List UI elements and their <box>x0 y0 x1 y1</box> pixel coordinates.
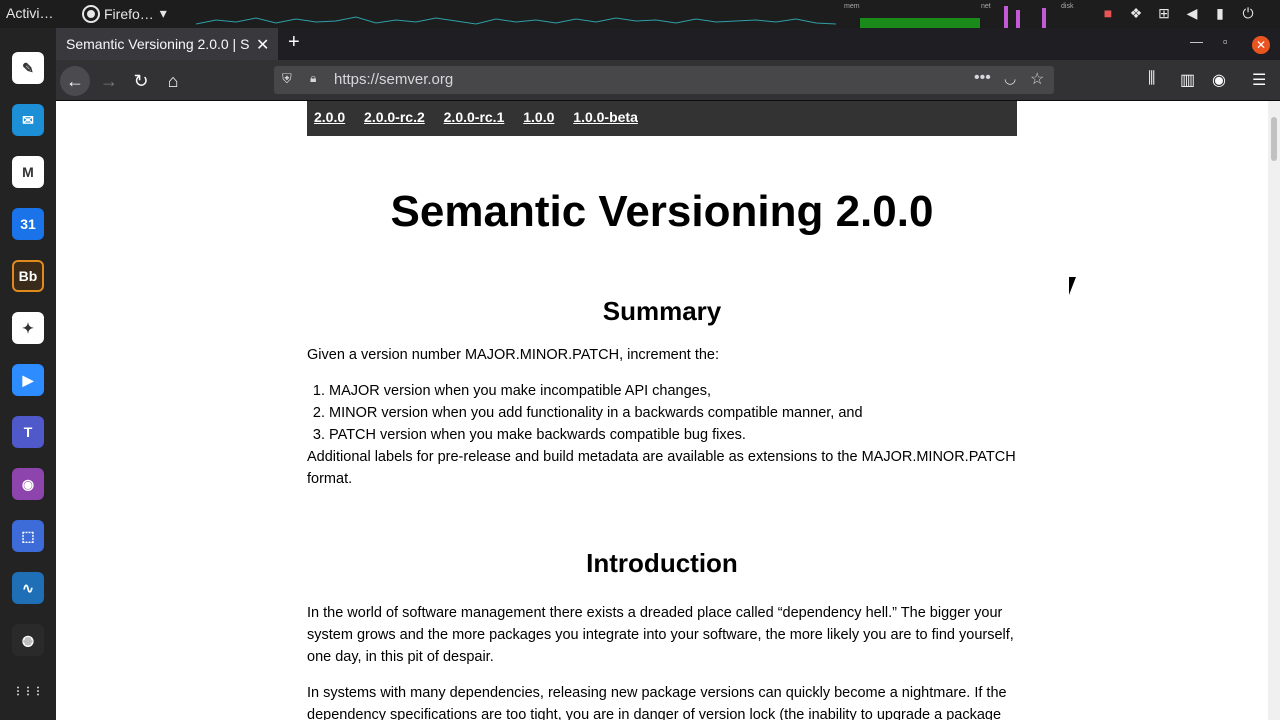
list-item: PATCH version when you make backwards co… <box>329 424 1017 446</box>
page-content: 2.0.0 2.0.0-rc.2 2.0.0-rc.1 1.0.0 1.0.0-… <box>307 101 1017 720</box>
dropbox-icon[interactable]: ❖ <box>1128 5 1144 22</box>
app-menu[interactable]: Firefo… ▾ <box>82 4 167 23</box>
tab-semver[interactable]: Semantic Versioning 2.0.0 | S ✕ <box>56 28 278 60</box>
system-monitor-icon[interactable]: ∿ <box>12 572 44 604</box>
monitor-label-disk: disk <box>1061 3 1074 10</box>
close-icon[interactable]: ✕ <box>256 35 269 55</box>
version-links: 2.0.0 2.0.0-rc.2 2.0.0-rc.1 1.0.0 1.0.0-… <box>307 101 1017 136</box>
gnome-top-bar: Activi… Firefo… ▾ mem net disk ■ ❖ ⊞ ◀ ▮… <box>0 0 1280 28</box>
list-item: MAJOR version when you make incompatible… <box>329 380 1017 402</box>
camera-icon[interactable]: ■ <box>1100 5 1116 22</box>
bird-app-icon[interactable]: ✦ <box>12 312 44 344</box>
version-link[interactable]: 2.0.0-rc.2 <box>364 109 425 125</box>
version-link[interactable]: 1.0.0-beta <box>573 109 638 125</box>
tab-title: Semantic Versioning 2.0.0 | S <box>66 36 250 52</box>
page-title: Semantic Versioning 2.0.0 <box>390 187 934 236</box>
tab-bar: Semantic Versioning 2.0.0 | S ✕ + — ▫ ✕ <box>56 28 1280 60</box>
url-text[interactable]: https://semver.org <box>334 71 453 88</box>
text-editor-icon[interactable]: ✎ <box>12 52 44 84</box>
page-viewport: 2.0.0 2.0.0-rc.2 2.0.0-rc.1 1.0.0 1.0.0-… <box>56 101 1268 720</box>
system-monitor-graph: mem net disk <box>196 0 1076 28</box>
url-bar[interactable]: ⛨ 🔒︎ https://semver.org ••• ◡ ☆ <box>274 66 1054 94</box>
account-icon[interactable]: ◉ <box>1212 70 1226 90</box>
vertical-scrollbar[interactable] <box>1268 101 1280 720</box>
network-icon[interactable]: ⊞ <box>1156 5 1172 22</box>
pocket-icon[interactable]: ◡ <box>1004 70 1016 87</box>
system-tray[interactable]: ■ ❖ ⊞ ◀ ▮ ⏻ <box>1100 5 1256 22</box>
forward-icon[interactable]: → <box>96 68 122 94</box>
teams-icon[interactable]: T <box>12 416 44 448</box>
intro-paragraph: In the world of software management ther… <box>307 605 1014 665</box>
video-app-icon[interactable]: ◉ <box>12 468 44 500</box>
library-icon[interactable]: ⫼ <box>1148 70 1155 88</box>
version-link[interactable]: 1.0.0 <box>523 109 554 125</box>
introduction-heading: Introduction <box>586 548 738 578</box>
calendar-icon[interactable]: 31 <box>12 208 44 240</box>
intro-paragraph: In systems with many dependencies, relea… <box>307 685 1007 720</box>
shield-icon[interactable]: ⛨ <box>282 71 292 87</box>
restore-icon[interactable]: ▫ <box>1223 34 1228 49</box>
microphone-icon[interactable]: ▮ <box>1212 5 1228 22</box>
home-icon[interactable]: ⌂ <box>160 68 186 94</box>
bookmark-star-icon[interactable]: ☆ <box>1030 69 1044 89</box>
window-close-icon[interactable]: ✕ <box>1252 36 1270 54</box>
scrollbar-thumb[interactable] <box>1271 117 1277 161</box>
minimize-icon[interactable]: — <box>1190 34 1203 49</box>
mail-icon[interactable]: ✉ <box>12 104 44 136</box>
summary-list: MAJOR version when you make incompatible… <box>307 380 1017 446</box>
summary-intro: Given a version number MAJOR.MINOR.PATCH… <box>307 347 720 363</box>
blackboard-icon[interactable]: Bb <box>12 260 44 292</box>
lock-icon[interactable]: 🔒︎ <box>310 71 316 86</box>
menu-icon[interactable]: ☰ <box>1252 70 1266 90</box>
summary-heading: Summary <box>602 296 722 326</box>
chevron-down-icon: ▾ <box>159 5 167 21</box>
sidebar-icon[interactable]: ▥ <box>1180 70 1195 90</box>
gmail-icon[interactable]: M <box>12 156 44 188</box>
volume-icon[interactable]: ◀ <box>1184 5 1200 22</box>
version-link[interactable]: 2.0.0 <box>314 109 345 125</box>
app-menu-label: Firefo… <box>104 5 154 22</box>
list-item: MINOR version when you add functionality… <box>329 402 1017 424</box>
summary-after: Additional labels for pre-release and bu… <box>307 449 1016 487</box>
page-actions-icon[interactable]: ••• <box>974 69 991 87</box>
monitor-label-mem: mem <box>844 3 860 10</box>
reload-icon[interactable]: ↻ <box>128 68 154 94</box>
mouse-pointer-icon <box>1069 277 1076 295</box>
zoom-icon[interactable]: ▶ <box>12 364 44 396</box>
activities-button[interactable]: Activi… <box>6 5 53 21</box>
power-icon[interactable]: ⏻ <box>1240 5 1256 22</box>
show-apps-icon[interactable]: ⋮⋮⋮ <box>12 676 44 708</box>
new-tab-icon[interactable]: + <box>288 31 300 54</box>
dock: ✎ ✉ M 31 Bb ✦ ▶ T ◉ ⬚ ∿ ◍ ⋮⋮⋮ <box>0 28 56 720</box>
firefox-icon <box>82 4 100 23</box>
screenshot-icon[interactable]: ⬚ <box>12 520 44 552</box>
version-link[interactable]: 2.0.0-rc.1 <box>444 109 505 125</box>
back-icon[interactable]: ← <box>60 66 90 96</box>
nav-bar: ← → ↻ ⌂ ⛨ 🔒︎ https://semver.org ••• ◡ ☆ … <box>56 60 1280 101</box>
monitor-label-net: net <box>981 3 991 10</box>
security-app-icon[interactable]: ◍ <box>12 624 44 656</box>
